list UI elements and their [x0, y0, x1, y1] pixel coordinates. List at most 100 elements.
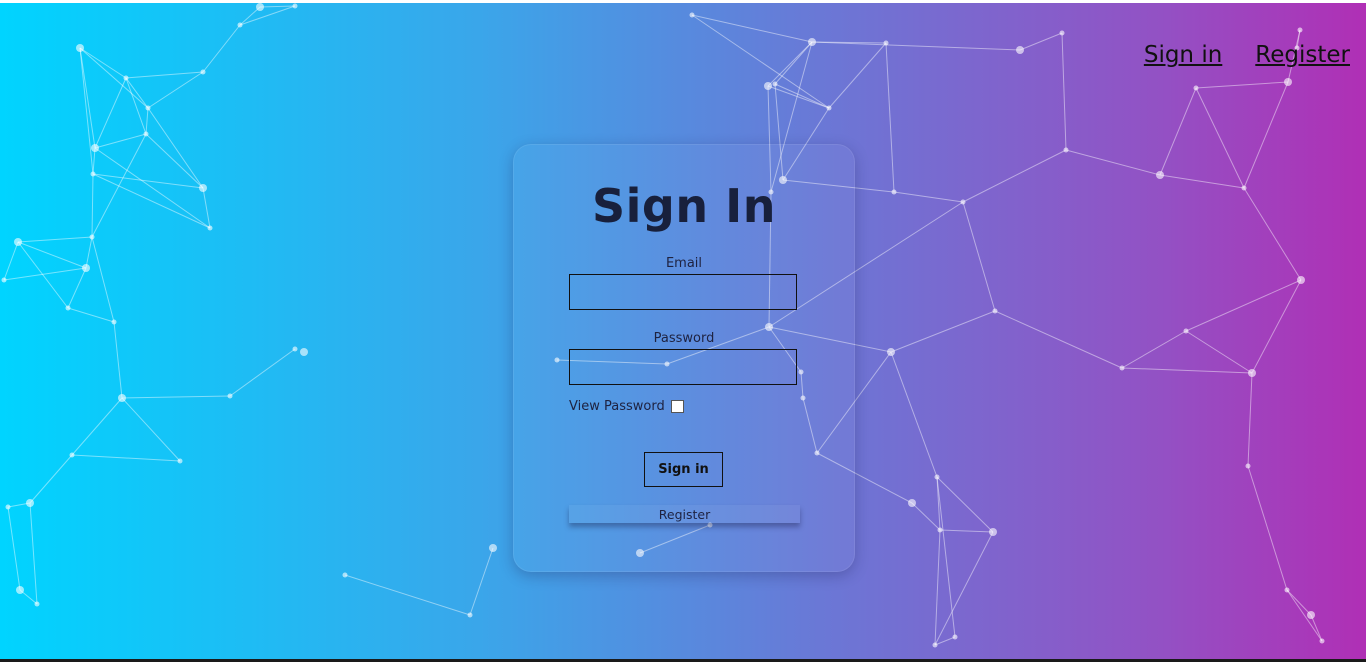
- network-node: [292, 3, 298, 9]
- network-line: [1243, 81, 1289, 189]
- network-node: [1297, 27, 1303, 33]
- network-line: [1159, 174, 1245, 189]
- password-label: Password: [653, 331, 715, 346]
- network-node: [934, 474, 940, 480]
- top-nav: Sign in Register: [1144, 42, 1350, 68]
- network-node: [65, 305, 71, 311]
- network-node: [1319, 638, 1325, 644]
- network-node: [227, 393, 233, 399]
- network-node: [89, 234, 95, 240]
- network-line: [239, 5, 296, 26]
- network-node: [952, 634, 958, 640]
- network-line: [145, 107, 149, 135]
- network-node: [1307, 611, 1315, 619]
- view-password-checkbox[interactable]: [670, 400, 684, 413]
- network-node: [908, 499, 916, 507]
- network-node: [932, 642, 938, 648]
- network-line: [147, 107, 204, 189]
- password-field[interactable]: [569, 349, 797, 385]
- network-node: [342, 572, 348, 578]
- network-line: [890, 310, 996, 353]
- network-line: [939, 529, 994, 533]
- network-line: [29, 502, 38, 605]
- network-node: [14, 238, 22, 246]
- network-line: [71, 454, 181, 462]
- network-node: [1063, 147, 1069, 153]
- network-line: [92, 173, 204, 189]
- network-line: [811, 41, 1021, 51]
- network-line: [934, 531, 994, 646]
- register-button[interactable]: Register: [569, 505, 800, 523]
- signin-card: Sign In Email Password View Password Sig…: [513, 144, 855, 572]
- view-password-label: View Password: [569, 399, 665, 414]
- network-node: [1119, 365, 1125, 371]
- network-line: [936, 476, 994, 533]
- network-node: [1297, 276, 1305, 284]
- network-node: [1, 277, 7, 283]
- network-line: [1247, 465, 1288, 591]
- network-line: [774, 83, 830, 109]
- nav-signin-link[interactable]: Sign in: [1144, 42, 1222, 68]
- network-line: [767, 41, 813, 87]
- network-node: [34, 601, 40, 607]
- network-line: [1065, 149, 1161, 176]
- network-line: [936, 476, 956, 638]
- network-node: [292, 346, 298, 352]
- network-node: [1245, 463, 1251, 469]
- network-line: [29, 454, 73, 504]
- network-node: [826, 105, 832, 111]
- network-line: [147, 71, 204, 109]
- network-line: [67, 267, 87, 309]
- network-node: [689, 12, 695, 18]
- network-line: [962, 149, 1067, 203]
- network-node: [76, 44, 84, 52]
- network-line: [691, 14, 813, 43]
- network-line: [994, 310, 1123, 369]
- network-node: [1016, 46, 1024, 54]
- network-line: [121, 397, 181, 462]
- network-node: [118, 394, 126, 402]
- network-line: [1185, 279, 1302, 332]
- network-line: [79, 47, 149, 109]
- network-node: [467, 612, 473, 618]
- network-line: [469, 547, 494, 616]
- network-line: [121, 395, 231, 399]
- network-line: [79, 47, 94, 175]
- network-line: [1247, 372, 1253, 467]
- network-node: [808, 38, 816, 46]
- network-line: [1121, 330, 1187, 369]
- network-line: [91, 236, 115, 323]
- network-node: [200, 69, 206, 75]
- network-line: [125, 77, 149, 109]
- network-line: [1243, 187, 1302, 281]
- email-field[interactable]: [569, 274, 797, 310]
- network-node: [145, 105, 151, 111]
- network-line: [911, 502, 941, 531]
- network-line: [828, 42, 887, 109]
- network-line: [113, 321, 123, 399]
- network-node: [91, 144, 99, 152]
- network-line: [91, 173, 94, 238]
- network-line: [94, 77, 127, 149]
- network-line: [17, 236, 93, 243]
- network-line: [145, 133, 204, 189]
- signin-button[interactable]: Sign in: [644, 452, 723, 487]
- network-node: [300, 348, 308, 356]
- network-node: [1156, 171, 1164, 179]
- network-line: [125, 77, 147, 135]
- network-line: [890, 351, 938, 478]
- network-line: [1121, 367, 1253, 374]
- network-line: [259, 5, 296, 8]
- network-line: [7, 506, 21, 591]
- network-line: [202, 24, 241, 73]
- network-node: [90, 171, 96, 177]
- network-node: [5, 504, 11, 510]
- network-line: [344, 574, 471, 616]
- network-line: [934, 529, 941, 646]
- network-node: [992, 308, 998, 314]
- network-line: [893, 191, 964, 203]
- network-line: [67, 307, 115, 323]
- network-line: [91, 133, 147, 238]
- nav-register-link[interactable]: Register: [1255, 42, 1350, 68]
- email-label: Email: [665, 256, 703, 271]
